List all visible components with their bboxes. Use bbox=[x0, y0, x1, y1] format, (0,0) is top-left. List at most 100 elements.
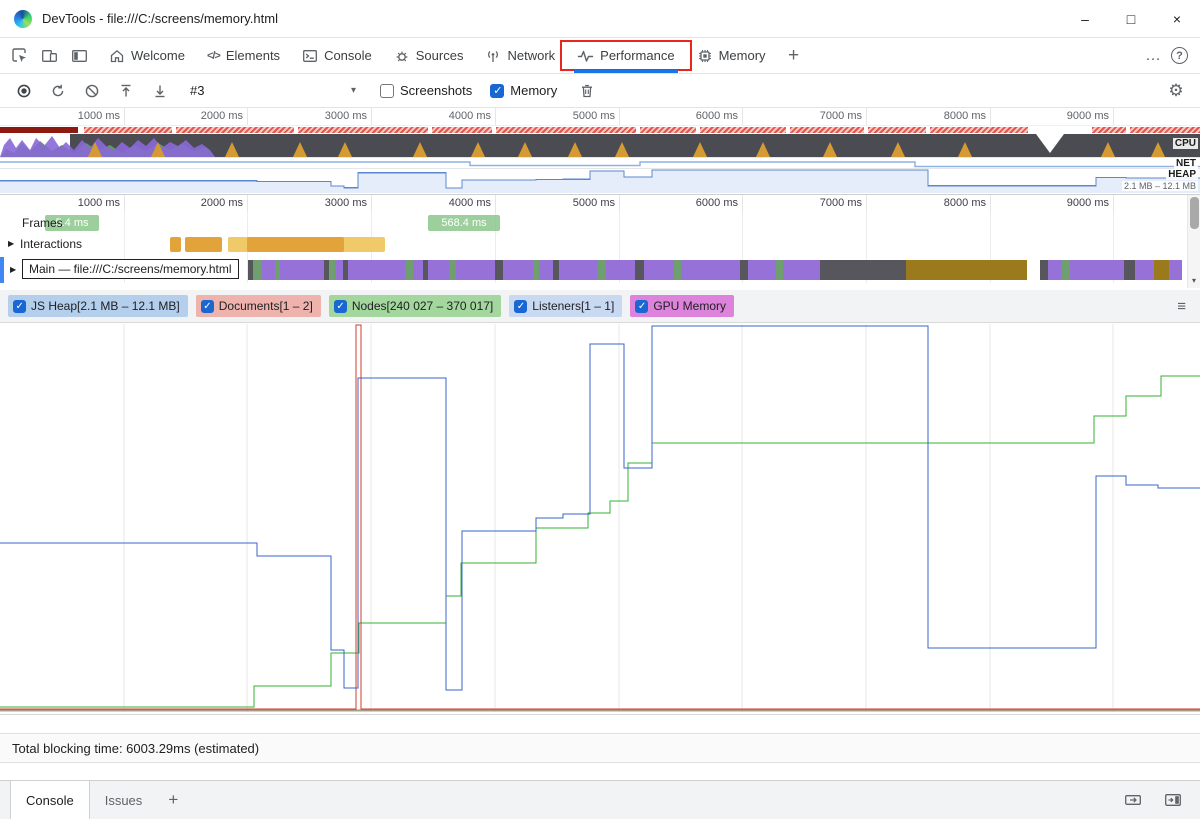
flame-segment[interactable] bbox=[1135, 260, 1154, 280]
flame-segment[interactable] bbox=[748, 260, 776, 280]
tab-console[interactable]: Console bbox=[291, 38, 383, 73]
tab-welcome[interactable]: Welcome bbox=[98, 38, 196, 73]
record-icon[interactable] bbox=[10, 77, 38, 105]
maximize-button[interactable]: □ bbox=[1108, 0, 1154, 37]
tab-sources[interactable]: Sources bbox=[383, 38, 475, 73]
interaction-bar[interactable] bbox=[247, 237, 344, 252]
flame-segment[interactable] bbox=[495, 260, 503, 280]
flame-segment[interactable] bbox=[1062, 260, 1070, 280]
load-profile-icon[interactable] bbox=[112, 77, 140, 105]
flame-segment[interactable] bbox=[1040, 260, 1048, 280]
flame-segment[interactable] bbox=[598, 260, 606, 280]
reload-record-icon[interactable] bbox=[44, 77, 72, 105]
flame-segment[interactable] bbox=[503, 260, 533, 280]
interaction-bar[interactable] bbox=[170, 237, 181, 252]
frames-track[interactable]: 5.4 ms 568.4 ms Frames bbox=[0, 213, 1200, 233]
flame-segment[interactable] bbox=[456, 260, 495, 280]
scroll-down-icon[interactable]: ▾ bbox=[1188, 273, 1200, 287]
ruler-label: 9000 ms bbox=[1066, 197, 1109, 209]
checkbox-icon[interactable] bbox=[490, 83, 505, 98]
flame-segment[interactable] bbox=[348, 260, 406, 280]
inspect-icon[interactable] bbox=[4, 41, 34, 71]
flame-segment[interactable] bbox=[606, 260, 635, 280]
frames-track-label[interactable]: Frames bbox=[22, 216, 63, 230]
checkbox-icon[interactable] bbox=[13, 299, 26, 313]
flame-segment[interactable] bbox=[449, 260, 456, 280]
flame-segment[interactable] bbox=[681, 260, 740, 280]
scrollbar-thumb[interactable] bbox=[1190, 197, 1199, 229]
main-track-label[interactable]: Main — file:///C:/screens/memory.html bbox=[22, 259, 239, 279]
add-drawer-tab-button[interactable]: + bbox=[157, 781, 189, 819]
tracks-scrollbar[interactable]: ▾ bbox=[1187, 195, 1200, 288]
flame-segment[interactable] bbox=[820, 260, 906, 280]
flame-segment[interactable] bbox=[559, 260, 598, 280]
dock-side-icon[interactable] bbox=[64, 41, 94, 71]
checkbox-icon[interactable] bbox=[514, 299, 528, 313]
tab-performance[interactable]: Performance bbox=[560, 38, 692, 73]
counter-nodes[interactable]: Nodes[240 027 – 370 017] bbox=[328, 295, 502, 317]
triangle-right-icon[interactable]: ▶ bbox=[8, 239, 14, 248]
device-emulation-icon[interactable] bbox=[34, 41, 64, 71]
flame-segment[interactable] bbox=[783, 260, 820, 280]
tab-network[interactable]: Network bbox=[474, 38, 566, 73]
flame-segment[interactable] bbox=[253, 260, 262, 280]
flame-segment[interactable] bbox=[1169, 260, 1182, 280]
flame-segment[interactable] bbox=[1154, 260, 1169, 280]
more-options-icon[interactable]: … bbox=[1145, 47, 1161, 65]
checkbox-icon[interactable] bbox=[380, 83, 394, 98]
drawer-tab-issues[interactable]: Issues bbox=[90, 781, 158, 819]
triangle-right-icon[interactable]: ▶ bbox=[10, 265, 16, 274]
hamburger-icon[interactable]: ≡ bbox=[1177, 298, 1186, 315]
gear-icon[interactable]: ⚙ bbox=[1162, 77, 1190, 105]
checkbox-icon[interactable] bbox=[333, 299, 347, 313]
flame-segment[interactable] bbox=[539, 260, 553, 280]
profile-select[interactable]: #3 ▾ bbox=[184, 78, 362, 104]
counter-label: Listeners[1 – 1] bbox=[532, 299, 615, 313]
more-tabs-button[interactable]: + bbox=[777, 38, 811, 73]
clear-icon[interactable] bbox=[78, 77, 106, 105]
interactions-track[interactable]: ▶ Interactions bbox=[0, 233, 1200, 257]
flame-segment[interactable] bbox=[776, 260, 783, 280]
counter-js-heap[interactable]: JS Heap[2.1 MB – 12.1 MB] bbox=[8, 295, 188, 317]
counter-documents[interactable]: Documents[1 – 2] bbox=[195, 295, 321, 317]
interactions-track-label[interactable]: Interactions bbox=[20, 237, 82, 251]
frame-duration-badge[interactable]: 568.4 ms bbox=[428, 215, 500, 231]
checkbox-icon[interactable] bbox=[635, 299, 649, 313]
memory-counters-chart[interactable] bbox=[0, 323, 1200, 715]
flame-segment[interactable] bbox=[406, 260, 413, 280]
save-profile-icon[interactable] bbox=[146, 77, 174, 105]
flame-segment[interactable] bbox=[674, 260, 681, 280]
flame-segment[interactable] bbox=[740, 260, 748, 280]
flame-segment[interactable] bbox=[262, 260, 275, 280]
overview-ruler: 1000 ms 2000 ms 3000 ms 4000 ms 5000 ms 6000 … bbox=[0, 108, 1200, 126]
help-icon[interactable]: ? bbox=[1171, 47, 1188, 64]
minimize-button[interactable]: – bbox=[1062, 0, 1108, 37]
flame-segment[interactable] bbox=[1124, 260, 1135, 280]
dock-to-bottom-icon[interactable] bbox=[1118, 785, 1148, 815]
flame-segment[interactable] bbox=[280, 260, 324, 280]
flame-segment[interactable] bbox=[906, 260, 1027, 280]
drawer-tab-console[interactable]: Console bbox=[10, 781, 90, 819]
trash-icon[interactable] bbox=[573, 77, 601, 105]
checkbox-icon[interactable] bbox=[200, 299, 214, 313]
tab-elements[interactable]: </> Elements bbox=[196, 38, 291, 73]
flame-segment[interactable] bbox=[644, 260, 674, 280]
timeline-overview[interactable]: 1000 ms 2000 ms 3000 ms 4000 ms 5000 ms 6000 … bbox=[0, 108, 1200, 195]
ruler-tick bbox=[866, 108, 867, 125]
edge-devtools-logo-icon bbox=[14, 9, 32, 28]
close-button[interactable]: × bbox=[1154, 0, 1200, 37]
flame-segment[interactable] bbox=[635, 260, 644, 280]
flame-segment[interactable] bbox=[1048, 260, 1062, 280]
counter-listeners[interactable]: Listeners[1 – 1] bbox=[509, 295, 623, 317]
flame-segment[interactable] bbox=[1070, 260, 1124, 280]
tab-memory[interactable]: Memory bbox=[686, 38, 777, 73]
flame-segment[interactable] bbox=[413, 260, 423, 280]
expand-quick-view-icon[interactable] bbox=[1158, 785, 1188, 815]
flame-segment[interactable] bbox=[335, 260, 343, 280]
screenshots-checkbox[interactable]: Screenshots bbox=[380, 83, 472, 98]
main-thread-track[interactable]: ▶ Main — file:///C:/screens/memory.html bbox=[0, 257, 1200, 283]
counter-gpu-memory[interactable]: GPU Memory bbox=[630, 295, 735, 317]
flame-segment[interactable] bbox=[428, 260, 449, 280]
memory-checkbox[interactable]: Memory bbox=[490, 83, 557, 98]
interaction-bar[interactable] bbox=[185, 237, 222, 252]
